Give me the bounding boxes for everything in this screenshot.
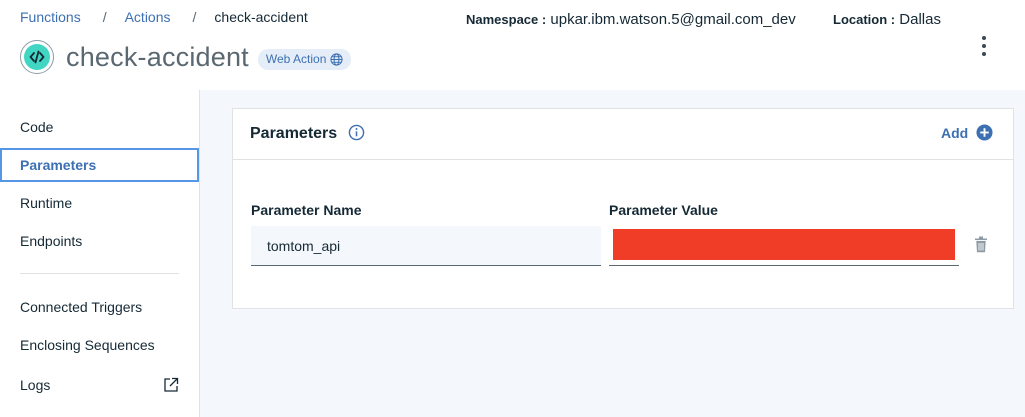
code-icon: [24, 44, 50, 70]
parameters-card-header: Parameters Add: [233, 109, 1013, 160]
location-label: Location :: [833, 12, 896, 27]
namespace-label: Namespace :: [466, 12, 547, 27]
location-info: Location : Dallas: [833, 11, 941, 28]
add-parameter-label: Add: [941, 124, 969, 141]
sidebar-item-label: Code: [20, 119, 54, 135]
sidebar-item-label: Endpoints: [20, 233, 83, 249]
sidebar-item-code[interactable]: Code: [0, 110, 199, 144]
sidebar-item-label: Logs: [20, 377, 51, 393]
sidebar-item-enclosing-sequences[interactable]: Enclosing Sequences: [0, 328, 199, 362]
sidebar: Code Parameters Runtime Endpoints Connec…: [0, 90, 200, 417]
parameters-card: Parameters Add Parameter Name Parameter …: [232, 108, 1014, 309]
redacted-value: [613, 229, 955, 260]
namespace-info: Namespace : upkar.ibm.watson.5@gmail.com…: [466, 11, 796, 28]
page-title: check-accident: [66, 41, 249, 72]
breadcrumb-separator: /: [192, 9, 197, 25]
external-link-icon: [164, 377, 179, 392]
trash-icon[interactable]: [974, 236, 988, 253]
sidebar-item-connected-triggers[interactable]: Connected Triggers: [0, 290, 199, 324]
web-action-badge: Web Action: [257, 48, 352, 70]
location-value: Dallas: [899, 11, 941, 28]
breadcrumb-functions-link[interactable]: Functions: [20, 9, 81, 25]
breadcrumb: Functions / Actions / check-accident: [20, 9, 308, 25]
parameter-name-input[interactable]: [251, 226, 601, 266]
sidebar-divider: [20, 273, 179, 274]
sidebar-item-label: Parameters: [20, 157, 97, 173]
sidebar-item-label: Enclosing Sequences: [20, 337, 155, 353]
action-logo: [20, 40, 54, 74]
globe-icon: [330, 52, 343, 66]
web-action-badge-label: Web Action: [265, 52, 327, 66]
parameters-title: Parameters: [250, 125, 338, 142]
parameter-value-header: Parameter Value: [609, 202, 718, 218]
breadcrumb-separator: /: [102, 9, 107, 25]
sidebar-item-parameters[interactable]: Parameters: [0, 148, 199, 182]
sidebar-item-runtime[interactable]: Runtime: [0, 186, 199, 220]
info-icon[interactable]: [348, 124, 365, 141]
breadcrumb-current: check-accident: [214, 9, 308, 25]
main-content: Parameters Add Parameter Name Parameter …: [200, 90, 1025, 417]
sidebar-item-label: Connected Triggers: [20, 299, 143, 315]
breadcrumb-actions-link[interactable]: Actions: [125, 9, 171, 25]
namespace-value: upkar.ibm.watson.5@gmail.com_dev: [550, 11, 796, 28]
sidebar-item-logs[interactable]: Logs: [0, 368, 199, 402]
add-circle-icon: [976, 124, 993, 141]
page-header: Functions / Actions / check-accident che…: [0, 0, 1025, 90]
sidebar-item-label: Runtime: [20, 195, 73, 211]
parameter-value-input[interactable]: [609, 226, 959, 266]
title-row: check-accident Web Action: [20, 40, 352, 74]
sidebar-item-endpoints[interactable]: Endpoints: [0, 224, 199, 258]
add-parameter-button[interactable]: Add: [941, 124, 993, 141]
overflow-menu-icon[interactable]: [972, 32, 996, 60]
parameter-name-header: Parameter Name: [251, 202, 362, 218]
